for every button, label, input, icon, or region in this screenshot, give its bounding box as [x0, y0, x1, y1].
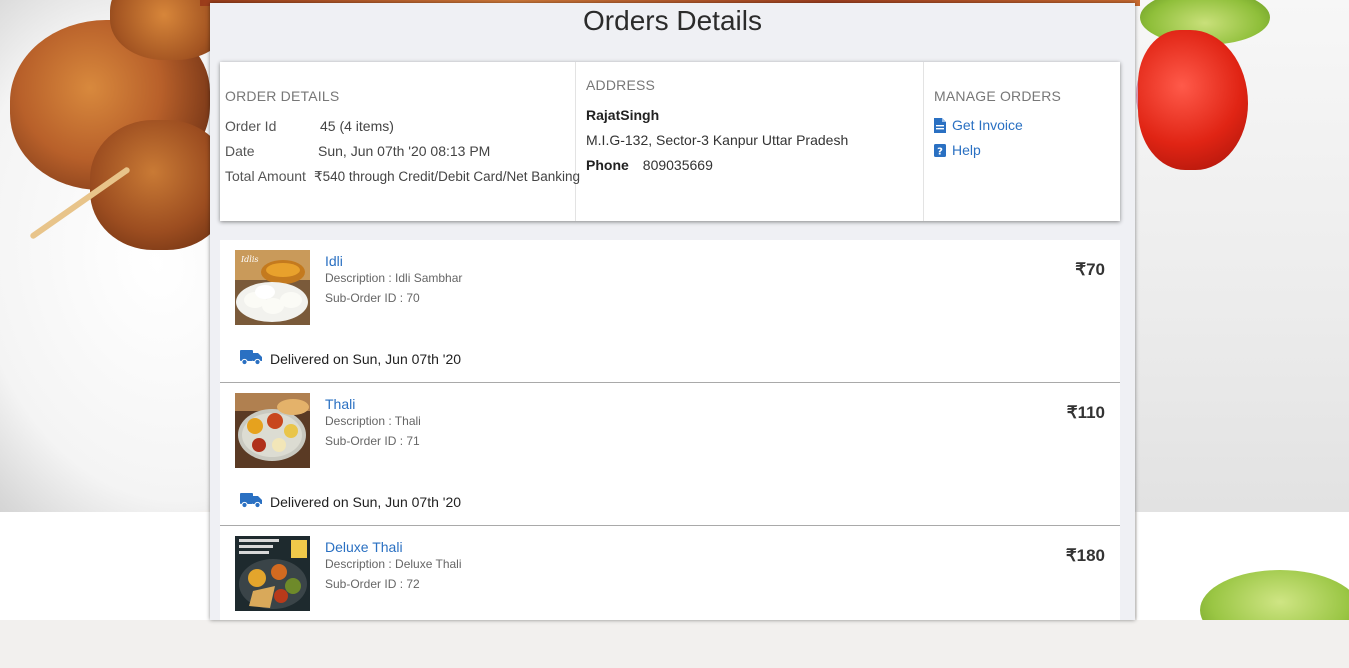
- total-amount-value: ₹540 through Credit/Debit Card/Net Banki…: [314, 169, 580, 184]
- address-section: ADDRESS RajatSingh M.I.G-132, Sector-3 K…: [576, 62, 924, 221]
- order-id-value: 45 (4 items): [320, 118, 394, 134]
- background-tomato: [1138, 30, 1248, 170]
- order-date-value: Sun, Jun 07th '20 08:13 PM: [318, 143, 491, 159]
- item-thumbnail-deluxe-thali[interactable]: [235, 536, 310, 611]
- manage-orders-section: MANAGE ORDERS Get Invoice ? Help: [924, 62, 1120, 221]
- background-chicken-piece: [90, 120, 230, 250]
- total-amount-label: Total Amount: [225, 168, 306, 184]
- item-name-link[interactable]: Deluxe Thali: [325, 539, 403, 555]
- delivery-status: Delivered on Sun, Jun 07th '20: [240, 350, 461, 368]
- item-price: ₹70: [1075, 260, 1105, 279]
- help-icon: ?: [934, 143, 946, 157]
- get-invoice-label: Get Invoice: [952, 117, 1023, 133]
- item-description: Description : Deluxe Thali: [325, 557, 462, 571]
- order-date-row: Date Sun, Jun 07th '20 08:13 PM: [225, 143, 490, 159]
- total-amount-row: Total Amount ₹540 through Credit/Debit Ca…: [225, 168, 580, 185]
- order-details-heading: ORDER DETAILS: [225, 88, 340, 104]
- order-item: Idlis Idli Description : Idli Sambhar Su…: [220, 240, 1120, 383]
- customer-name: RajatSingh: [586, 107, 660, 123]
- background-white-area: [0, 512, 210, 620]
- order-id-row: Order Id 45 (4 items): [225, 118, 394, 134]
- phone-value: 809035669: [642, 157, 713, 173]
- item-thumbnail-thali[interactable]: [235, 393, 310, 468]
- order-date-label: Date: [225, 143, 255, 159]
- svg-text:?: ?: [937, 146, 943, 157]
- item-price: ₹180: [1065, 546, 1105, 565]
- phone-row: Phone 809035669: [586, 157, 713, 173]
- delivery-text: Delivered on Sun, Jun 07th '20: [270, 351, 462, 367]
- item-description: Description : Thali: [325, 414, 421, 428]
- page-title: Orders Details: [583, 5, 762, 36]
- get-invoice-link[interactable]: Get Invoice: [934, 117, 1023, 133]
- item-sub-order-id: Sub-Order ID : 70: [325, 291, 420, 305]
- item-sub-order-id: Sub-Order ID : 71: [325, 434, 420, 448]
- delivery-text: Delivered on Sun, Jun 07th '20: [270, 494, 462, 510]
- item-sub-order-id: Sub-Order ID : 72: [325, 577, 420, 591]
- order-item: Deluxe Thali Description : Deluxe Thali …: [220, 526, 1120, 668]
- orders-panel: Orders Details ORDER DETAILS Order Id 45 …: [210, 3, 1135, 620]
- order-info-card: ORDER DETAILS Order Id 45 (4 items) Date S…: [220, 62, 1120, 221]
- item-name-link[interactable]: Idli: [325, 253, 343, 269]
- truck-icon: [240, 493, 262, 511]
- item-price: ₹110: [1066, 403, 1105, 422]
- thumbnail-label: Idlis: [240, 255, 259, 264]
- item-thumbnail-idli[interactable]: Idlis: [235, 250, 310, 325]
- order-items-list: Idlis Idli Description : Idli Sambhar Su…: [220, 240, 1120, 620]
- manage-orders-heading: MANAGE ORDERS: [934, 88, 1062, 104]
- order-details-section: ORDER DETAILS Order Id 45 (4 items) Date S…: [220, 62, 580, 221]
- document-icon: [934, 117, 946, 133]
- item-description: Description : Idli Sambhar: [325, 271, 463, 285]
- address-heading: ADDRESS: [586, 77, 656, 93]
- truck-icon: [240, 350, 262, 368]
- phone-label: Phone: [586, 157, 629, 173]
- delivery-status: Delivered on Sun, Jun 07th '20: [240, 493, 461, 511]
- item-name-link[interactable]: Thali: [325, 396, 355, 412]
- order-id-label: Order Id: [225, 118, 277, 134]
- order-item: Thali Description : Thali Sub-Order ID :…: [220, 383, 1120, 526]
- address-line: M.I.G-132, Sector-3 Kanpur Uttar Pradesh: [586, 132, 849, 148]
- help-link[interactable]: ? Help: [934, 142, 981, 158]
- help-label: Help: [952, 142, 981, 158]
